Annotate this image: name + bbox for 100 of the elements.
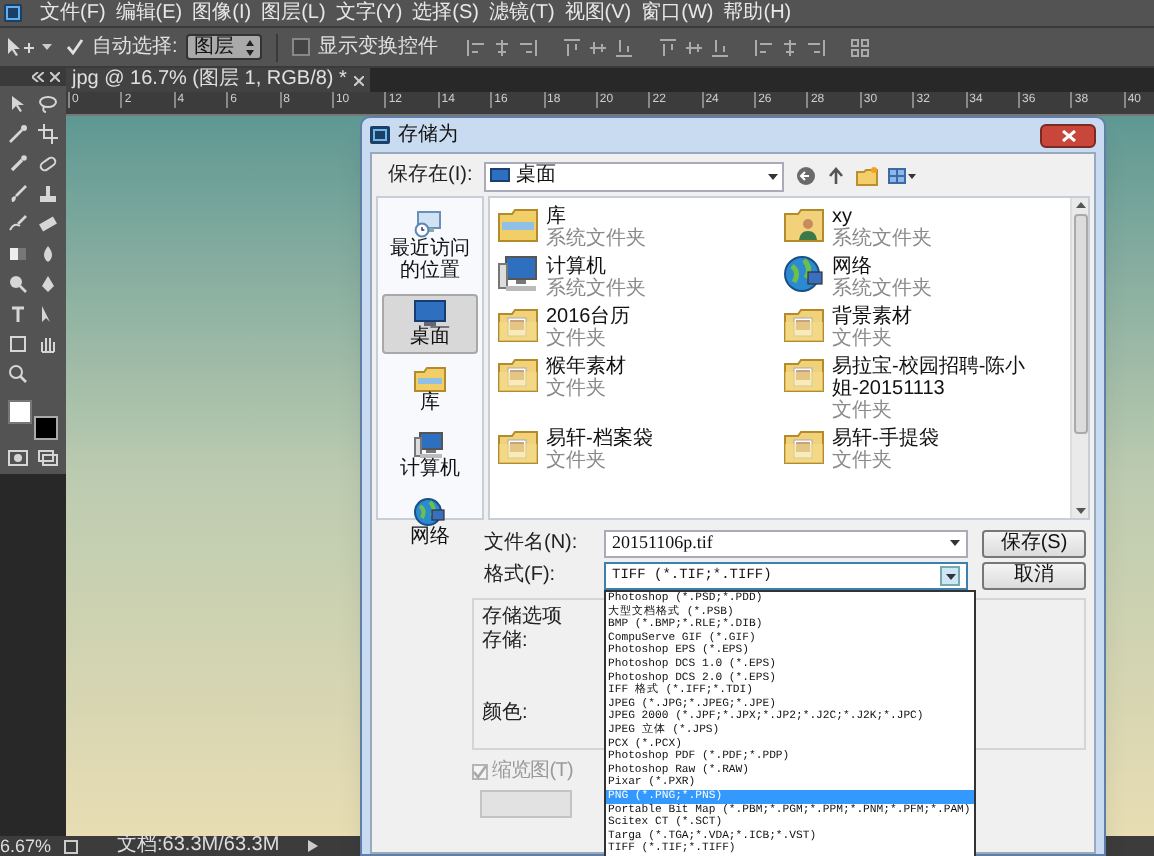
move-tool-icon[interactable] <box>8 94 29 114</box>
person-folder-icon <box>784 206 824 242</box>
places-item[interactable]: 库 <box>382 360 478 420</box>
menu-item[interactable]: 视图(V) <box>562 3 634 23</box>
menu-item[interactable]: 选择(S) <box>410 3 481 23</box>
view-menu-icon[interactable] <box>888 166 916 186</box>
eraser-icon[interactable] <box>37 214 58 234</box>
back-icon[interactable] <box>796 166 816 186</box>
file-item[interactable]: 猴年素材 文件夹 <box>498 356 784 422</box>
file-item[interactable]: 易轩-手提袋 文件夹 <box>784 428 1070 472</box>
align-icon[interactable] <box>491 37 512 57</box>
field-label: 格式(F): <box>484 566 558 586</box>
file-type: 文件夹 <box>832 450 894 472</box>
menu-item[interactable]: 窗口(W) <box>639 3 716 23</box>
scrollbar[interactable] <box>1070 198 1088 518</box>
menu-item[interactable]: 帮助(H) <box>721 3 794 23</box>
computer-icon <box>414 432 446 458</box>
checkbox-label: 自动选择: <box>92 33 178 62</box>
file-item[interactable]: xy 系统文件夹 <box>784 206 1070 250</box>
layer-select-dropdown[interactable]: 图层 <box>185 34 262 60</box>
dialog-button[interactable]: 保存(S) <box>982 529 1086 557</box>
caret-icon[interactable] <box>42 43 52 51</box>
menu-item[interactable]: 图层(L) <box>259 3 328 23</box>
shape-icon[interactable] <box>8 334 29 354</box>
distribute-icon[interactable] <box>753 37 774 57</box>
file-type: 系统文件夹 <box>546 228 646 250</box>
distribute-icon[interactable] <box>683 37 704 57</box>
menu-item[interactable]: 文件(F) <box>38 3 108 23</box>
align-icon[interactable] <box>465 37 486 57</box>
close-icon[interactable] <box>354 75 365 85</box>
places-item[interactable]: 计算机 <box>382 426 478 486</box>
file-item[interactable]: 背景素材 文件夹 <box>784 306 1070 350</box>
menu-item[interactable]: 文字(Y) <box>333 3 405 23</box>
menu-item[interactable]: 滤镜(T) <box>487 3 557 23</box>
auto-align-icon[interactable] <box>849 37 870 57</box>
save-in-combobox[interactable]: 桌面 <box>484 161 784 191</box>
distribute-icon[interactable] <box>709 37 730 57</box>
globe-icon <box>784 256 824 292</box>
file-type: 文件夹 <box>546 378 608 400</box>
quick-mask-icon[interactable] <box>8 450 29 466</box>
file-item[interactable]: 库 系统文件夹 <box>498 206 784 250</box>
distribute-icon[interactable] <box>805 37 826 57</box>
new-folder-icon[interactable] <box>856 166 878 186</box>
document-icon <box>63 839 78 853</box>
align-icon[interactable] <box>517 37 538 57</box>
file-name-field[interactable]: 20151106p.tif <box>604 529 968 557</box>
globe-icon <box>414 498 446 526</box>
file-item[interactable]: 2016台历 文件夹 <box>498 306 784 350</box>
app-logo-icon[interactable] <box>4 4 22 22</box>
stamp-icon[interactable] <box>37 184 58 204</box>
history-brush-icon[interactable] <box>8 214 29 234</box>
checkbox[interactable] <box>291 38 310 56</box>
close-icon[interactable] <box>50 72 60 82</box>
file-item[interactable]: 计算机 系统文件夹 <box>498 256 784 300</box>
folder-stack-icon <box>498 206 538 242</box>
type-icon[interactable] <box>8 304 29 324</box>
play-icon[interactable] <box>307 840 318 852</box>
magic-wand-icon[interactable] <box>8 124 29 144</box>
align-icon[interactable] <box>613 37 634 57</box>
distribute-icon[interactable] <box>657 37 678 57</box>
file-type: 文件夹 <box>546 450 608 472</box>
section-title: 存储选项 <box>482 606 562 629</box>
places-item[interactable]: 桌面 <box>382 294 478 354</box>
hand-icon[interactable] <box>37 334 58 354</box>
file-name: 易轩-档案袋 <box>546 428 653 450</box>
file-type: 文件夹 <box>546 328 608 350</box>
folder-icon <box>498 428 538 464</box>
move-tool-icon[interactable] <box>6 37 34 57</box>
collapse-icon[interactable] <box>32 72 44 82</box>
lasso-icon[interactable] <box>37 94 58 114</box>
file-item[interactable]: 易轩-档案袋 文件夹 <box>498 428 784 472</box>
places-item[interactable]: 最近访问的位置 <box>382 204 478 288</box>
file-item[interactable]: 网络 系统文件夹 <box>784 256 1070 300</box>
distribute-icon[interactable] <box>779 37 800 57</box>
align-icon[interactable] <box>587 37 608 57</box>
background-color-swatch[interactable] <box>33 416 57 440</box>
eyedropper-icon[interactable] <box>8 154 29 174</box>
scrollbar-thumb[interactable] <box>1073 214 1087 434</box>
zoom-icon[interactable] <box>8 364 29 384</box>
screen-mode-icon[interactable] <box>37 450 58 466</box>
brush-icon[interactable] <box>8 184 29 204</box>
menu-item[interactable]: 图像(I) <box>190 3 254 23</box>
file-type: 文件夹 <box>832 328 894 350</box>
file-name: 2016台历 <box>546 306 631 328</box>
align-icon[interactable] <box>561 37 582 57</box>
file-item[interactable]: 易拉宝-校园招聘-陈小姐-20151113 文件夹 <box>784 356 1070 422</box>
file-name: 背景素材 <box>832 306 912 328</box>
gradient-icon[interactable] <box>8 244 29 264</box>
dialog-button[interactable]: 取消 <box>982 562 1086 590</box>
document-tab[interactable]: jpg @ 16.7% (图层 1, RGB/8) * <box>66 68 371 92</box>
menu-item[interactable]: 编辑(E) <box>113 3 185 23</box>
monitor-icon <box>490 168 510 184</box>
foreground-color-swatch[interactable] <box>7 400 31 424</box>
pen-icon[interactable] <box>37 274 58 294</box>
up-folder-icon[interactable] <box>826 166 846 186</box>
close-button[interactable] <box>1040 123 1096 147</box>
crop-icon[interactable] <box>37 124 58 144</box>
places-item[interactable]: 网络 <box>382 492 478 554</box>
dodge-icon[interactable] <box>8 274 29 294</box>
disabled-panel <box>480 790 572 818</box>
